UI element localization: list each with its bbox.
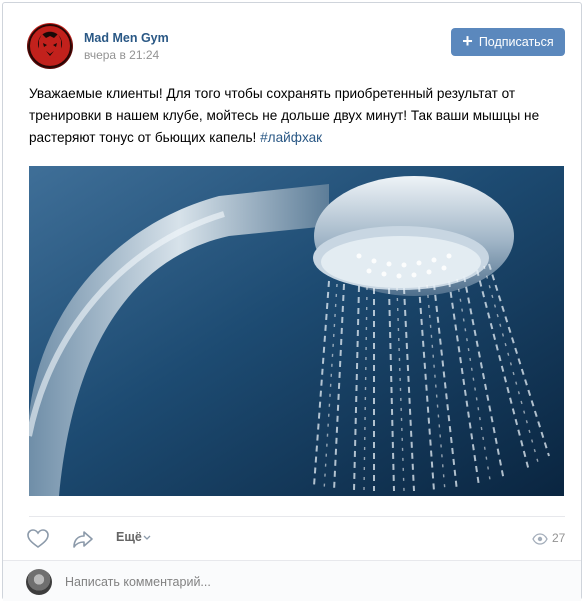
divider bbox=[29, 516, 565, 517]
shower-head-photo-icon bbox=[29, 166, 564, 496]
current-user-avatar bbox=[26, 569, 52, 595]
heart-icon[interactable] bbox=[27, 529, 49, 549]
post-timestamp[interactable]: вчера в 21:24 bbox=[84, 48, 159, 62]
chevron-down-icon[interactable] bbox=[143, 535, 151, 541]
comment-input[interactable]: Написать комментарий... bbox=[65, 575, 211, 589]
post-text: Уважаемые клиенты! Для того чтобы сохран… bbox=[29, 83, 565, 149]
comment-bar: Написать комментарий... bbox=[3, 560, 581, 601]
post-card: Mad Men Gym вчера в 21:24 + Подписаться … bbox=[2, 2, 583, 601]
author-name[interactable]: Mad Men Gym bbox=[84, 31, 169, 45]
post-photo[interactable] bbox=[29, 166, 564, 496]
bear-logo-icon bbox=[28, 24, 72, 68]
subscribe-button[interactable]: + Подписаться bbox=[451, 28, 565, 56]
plus-icon: + bbox=[462, 31, 473, 51]
eye-icon bbox=[532, 533, 548, 545]
post-actions: Ещё 27 bbox=[3, 518, 583, 558]
hashtag-link[interactable]: #лайфхак bbox=[260, 130, 322, 145]
more-button[interactable]: Ещё bbox=[116, 530, 142, 544]
author-avatar[interactable] bbox=[27, 23, 73, 69]
share-arrow-icon[interactable] bbox=[72, 529, 94, 549]
views-count: 27 bbox=[552, 531, 566, 545]
subscribe-button-label: Подписаться bbox=[478, 35, 554, 49]
